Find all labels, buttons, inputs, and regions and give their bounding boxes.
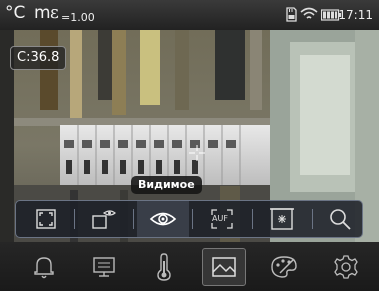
palette-button[interactable] bbox=[262, 248, 306, 286]
mode-label: Видимое bbox=[131, 176, 202, 194]
thermometer-button[interactable] bbox=[142, 248, 186, 286]
settings-button[interactable] bbox=[324, 248, 368, 286]
display-icon bbox=[93, 257, 115, 277]
settings-gear-icon bbox=[334, 255, 358, 279]
thermometer-icon bbox=[157, 253, 171, 281]
crosshair-icon bbox=[189, 145, 205, 161]
measure-overlay-icon bbox=[92, 210, 116, 229]
visible-mode-button[interactable] bbox=[137, 201, 189, 237]
eye-icon bbox=[149, 212, 177, 226]
zoom-icon bbox=[330, 209, 351, 230]
zoom-button[interactable] bbox=[314, 201, 366, 237]
thermal-camera-screen: °C m ε =1.00 17:11 C:36.8 Видимое AUF bbox=[0, 0, 379, 291]
status-bar: °C m ε =1.00 17:11 bbox=[0, 0, 379, 30]
fullscreen-button[interactable] bbox=[20, 201, 72, 237]
quick-toolbar: AUF bbox=[15, 200, 363, 238]
alarm-button[interactable] bbox=[22, 248, 66, 286]
unit-distance[interactable]: m bbox=[34, 3, 51, 23]
fullscreen-icon bbox=[36, 209, 56, 229]
emissivity-symbol[interactable]: ε bbox=[50, 3, 59, 23]
auto-focus-label: AUF bbox=[212, 214, 228, 223]
bottom-menu bbox=[0, 242, 379, 291]
clock-time: 17:11 bbox=[338, 8, 373, 22]
alarm-bell-icon bbox=[34, 257, 54, 279]
emissivity-value[interactable]: =1.00 bbox=[61, 11, 95, 24]
center-temperature-readout: C:36.8 bbox=[10, 46, 67, 70]
palette-icon bbox=[271, 256, 297, 278]
image-mode-icon bbox=[212, 257, 236, 277]
wifi-icon bbox=[300, 7, 318, 19]
unit-celsius[interactable]: °C bbox=[5, 3, 25, 23]
center-point-button[interactable] bbox=[256, 201, 308, 237]
center-point-icon bbox=[270, 208, 294, 230]
measure-overlay-button[interactable] bbox=[78, 201, 130, 237]
image-mode-button[interactable] bbox=[202, 248, 246, 286]
sd-card-icon bbox=[286, 7, 297, 22]
auto-focus-button[interactable]: AUF bbox=[196, 201, 248, 237]
display-button[interactable] bbox=[82, 248, 126, 286]
